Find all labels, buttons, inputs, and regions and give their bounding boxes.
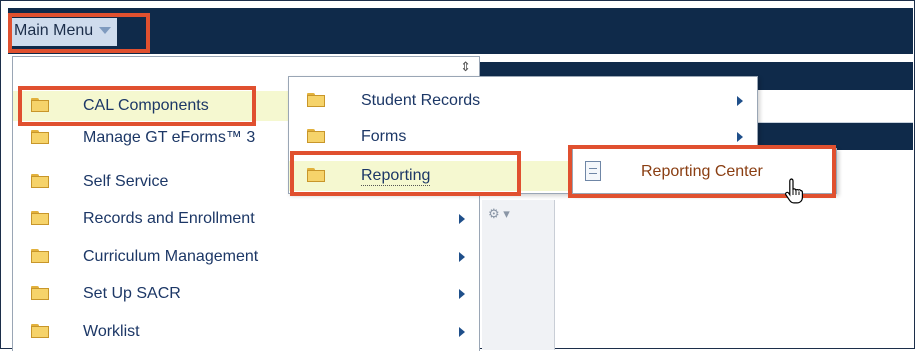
menu-item-label: Forms: [361, 128, 407, 145]
menu-item-label: Manage GT eForms™ 3: [83, 129, 256, 146]
folder-icon: [31, 286, 49, 300]
menu-item-student-records[interactable]: Student Records: [289, 86, 757, 116]
chevron-right-icon: [459, 327, 465, 337]
menu-item-records-and-enrollment[interactable]: Records and Enrollment: [13, 204, 479, 234]
menu-item-label: Worklist: [83, 323, 140, 340]
chevron-right-icon: [459, 289, 465, 299]
folder-icon: [31, 174, 49, 188]
chevron-down-icon: [99, 27, 112, 35]
gear-icon[interactable]: ⚙ ▾: [488, 206, 510, 222]
main-menu-label: Main Menu: [14, 22, 94, 39]
chevron-right-icon: [737, 132, 743, 142]
main-menu-button[interactable]: Main Menu: [10, 18, 118, 46]
folder-icon: [31, 249, 49, 263]
hand-cursor-icon: [784, 178, 803, 204]
chevron-right-icon: [459, 252, 465, 262]
menu-item-label: Curriculum Management: [83, 248, 259, 265]
folder-icon: [31, 324, 49, 338]
folder-icon: [307, 129, 325, 143]
folder-icon: [31, 211, 49, 225]
chevron-right-icon: [737, 96, 743, 106]
document-icon: [585, 161, 601, 181]
menu-item-label: Student Records: [361, 92, 481, 109]
scroll-arrows-icon[interactable]: ⇕: [460, 59, 471, 75]
menu-item-label: Reporting Center: [641, 163, 763, 180]
top-banner: [8, 8, 913, 54]
chevron-right-icon: [459, 214, 465, 224]
menu-item-label: Reporting: [361, 166, 431, 186]
folder-icon: [31, 130, 49, 144]
menu-item-label: Self Service: [83, 173, 169, 190]
menu-item-set-up-sacr[interactable]: Set Up SACR: [13, 279, 479, 309]
menu-item-label: Set Up SACR: [83, 285, 181, 302]
menu-item-worklist[interactable]: Worklist: [13, 317, 479, 347]
menu-item-label: Records and Enrollment: [83, 210, 255, 227]
folder-icon: [307, 93, 325, 107]
menu-item-curriculum-management[interactable]: Curriculum Management: [13, 242, 479, 272]
menu-item-label: CAL Components: [83, 97, 209, 114]
folder-icon: [31, 98, 49, 112]
folder-icon: [307, 168, 325, 182]
page-side-pane: [482, 200, 555, 350]
